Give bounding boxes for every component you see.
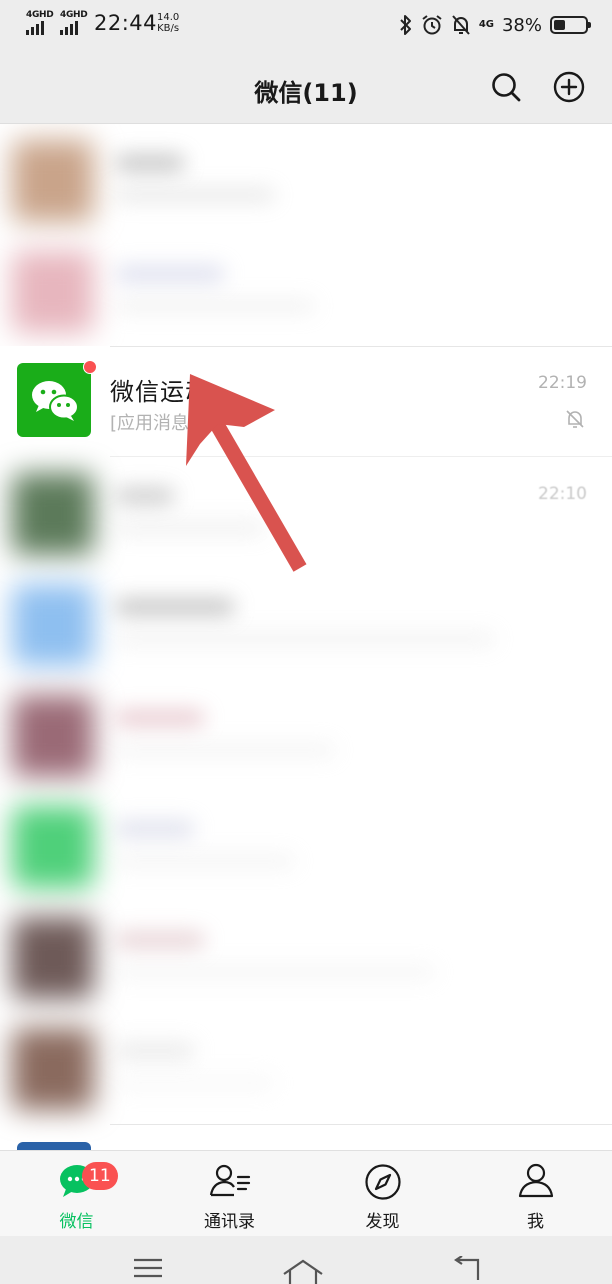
title-bar: 微信(11) <box>0 50 612 124</box>
system-nav-bar <box>0 1236 612 1284</box>
mute-bell-icon <box>566 410 584 428</box>
tab-me[interactable]: 我 <box>459 1151 612 1237</box>
back-icon[interactable] <box>450 1256 482 1280</box>
chat-row-wechat-sports[interactable]: 微信运动 [应用消息 22:19 <box>0 346 612 457</box>
net-speed-unit: KB/s <box>157 23 180 34</box>
chat-time: 22:19 <box>538 373 587 393</box>
chat-row-blurred[interactable] <box>0 790 612 901</box>
bluetooth-icon <box>400 15 411 35</box>
status-time: 22:44 <box>94 11 158 35</box>
tab-label: 我 <box>527 1212 544 1232</box>
tab-chats[interactable]: 11 微信 <box>0 1151 153 1237</box>
chat-row-blurred[interactable] <box>0 901 612 1012</box>
net-speed-value: 14.0 <box>157 12 180 23</box>
compass-icon <box>364 1164 401 1200</box>
chat-row-blurred[interactable] <box>0 235 612 346</box>
tab-bar: 11 微信 通讯录 发现 我 <box>0 1150 612 1236</box>
chat-row-partial[interactable] <box>0 1124 612 1150</box>
tab-contacts[interactable]: 通讯录 <box>153 1151 306 1237</box>
sim1-label: 4GHD <box>26 10 54 20</box>
unread-dot <box>83 360 97 374</box>
chat-row-blurred[interactable] <box>0 1012 612 1123</box>
chat-row-blurred[interactable] <box>0 679 612 790</box>
wechat-bubbles-icon <box>32 381 79 421</box>
chat-row-blurred[interactable] <box>0 568 612 679</box>
status-bar: 4GHD 4GHD 22:44 14.0 KB/s 4G 38% <box>0 0 612 50</box>
tab-label: 发现 <box>365 1212 400 1232</box>
chat-time-blurred: 22:10 <box>538 484 587 504</box>
tab-discover[interactable]: 发现 <box>306 1151 459 1237</box>
contacts-icon <box>209 1164 250 1197</box>
wechat-sports-avatar <box>17 363 91 437</box>
net-speed: 14.0 KB/s <box>157 12 179 34</box>
chat-row-blurred[interactable] <box>0 124 612 235</box>
battery-icon <box>550 16 591 34</box>
sim2-label: 4GHD <box>60 10 88 20</box>
silent-bell-icon <box>452 15 470 35</box>
person-icon <box>518 1163 553 1198</box>
add-circle-icon[interactable] <box>550 68 588 106</box>
search-icon[interactable] <box>487 68 525 106</box>
unread-badge: 11 <box>82 1162 118 1190</box>
network-type: 4G <box>478 19 494 30</box>
chat-preview: [应用消息 <box>110 413 190 434</box>
chat-name: 微信运动 <box>110 378 210 406</box>
alarm-icon <box>422 15 442 35</box>
tab-label: 通讯录 <box>204 1212 255 1232</box>
chat-list: 微信运动 [应用消息 22:19 22:10 <box>0 124 612 1150</box>
menu-icon[interactable] <box>133 1256 163 1280</box>
battery-percent: 38% <box>501 14 542 36</box>
home-icon[interactable] <box>282 1258 324 1284</box>
tab-label: 微信 <box>59 1212 94 1232</box>
chat-row-blurred[interactable] <box>0 457 612 568</box>
